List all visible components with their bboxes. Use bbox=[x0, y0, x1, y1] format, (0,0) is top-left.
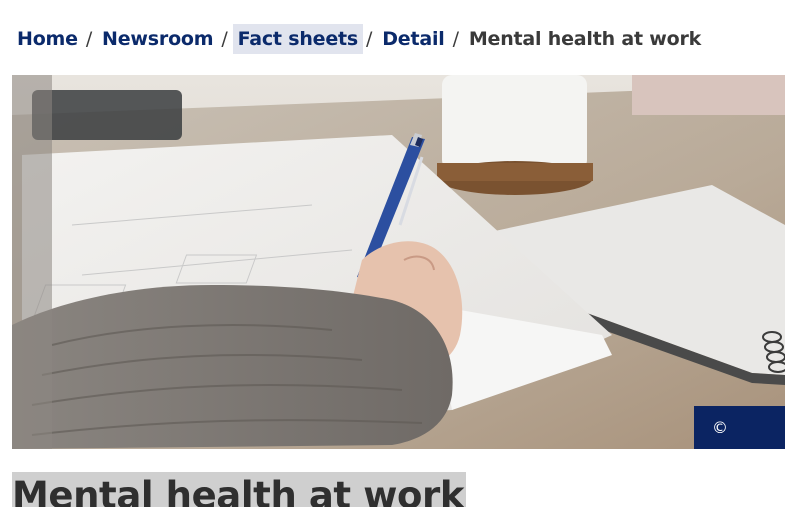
copyright-icon: © bbox=[712, 418, 728, 437]
breadcrumb-detail-link[interactable]: Detail bbox=[382, 24, 445, 54]
breadcrumb-separator: / bbox=[452, 28, 459, 50]
breadcrumb-fact-sheets-link[interactable]: Fact sheets bbox=[232, 24, 364, 54]
breadcrumb-current: Mental health at work bbox=[468, 28, 702, 50]
hero-photo-illustration bbox=[12, 75, 785, 449]
breadcrumb-separator: / bbox=[85, 28, 93, 50]
page-title: Mental health at work bbox=[12, 471, 467, 507]
image-copyright-button[interactable]: © bbox=[694, 406, 785, 449]
breadcrumb-newsroom-link[interactable]: Newsroom bbox=[102, 24, 214, 54]
breadcrumb-home-link[interactable]: Home bbox=[17, 24, 78, 54]
breadcrumb-separator: / bbox=[366, 28, 373, 50]
breadcrumb: Home / Newsroom / Fact sheets / Detail /… bbox=[17, 22, 701, 56]
breadcrumb-separator: / bbox=[221, 28, 228, 50]
page: Home / Newsroom / Fact sheets / Detail /… bbox=[0, 0, 798, 507]
hero-image: © bbox=[12, 75, 785, 449]
